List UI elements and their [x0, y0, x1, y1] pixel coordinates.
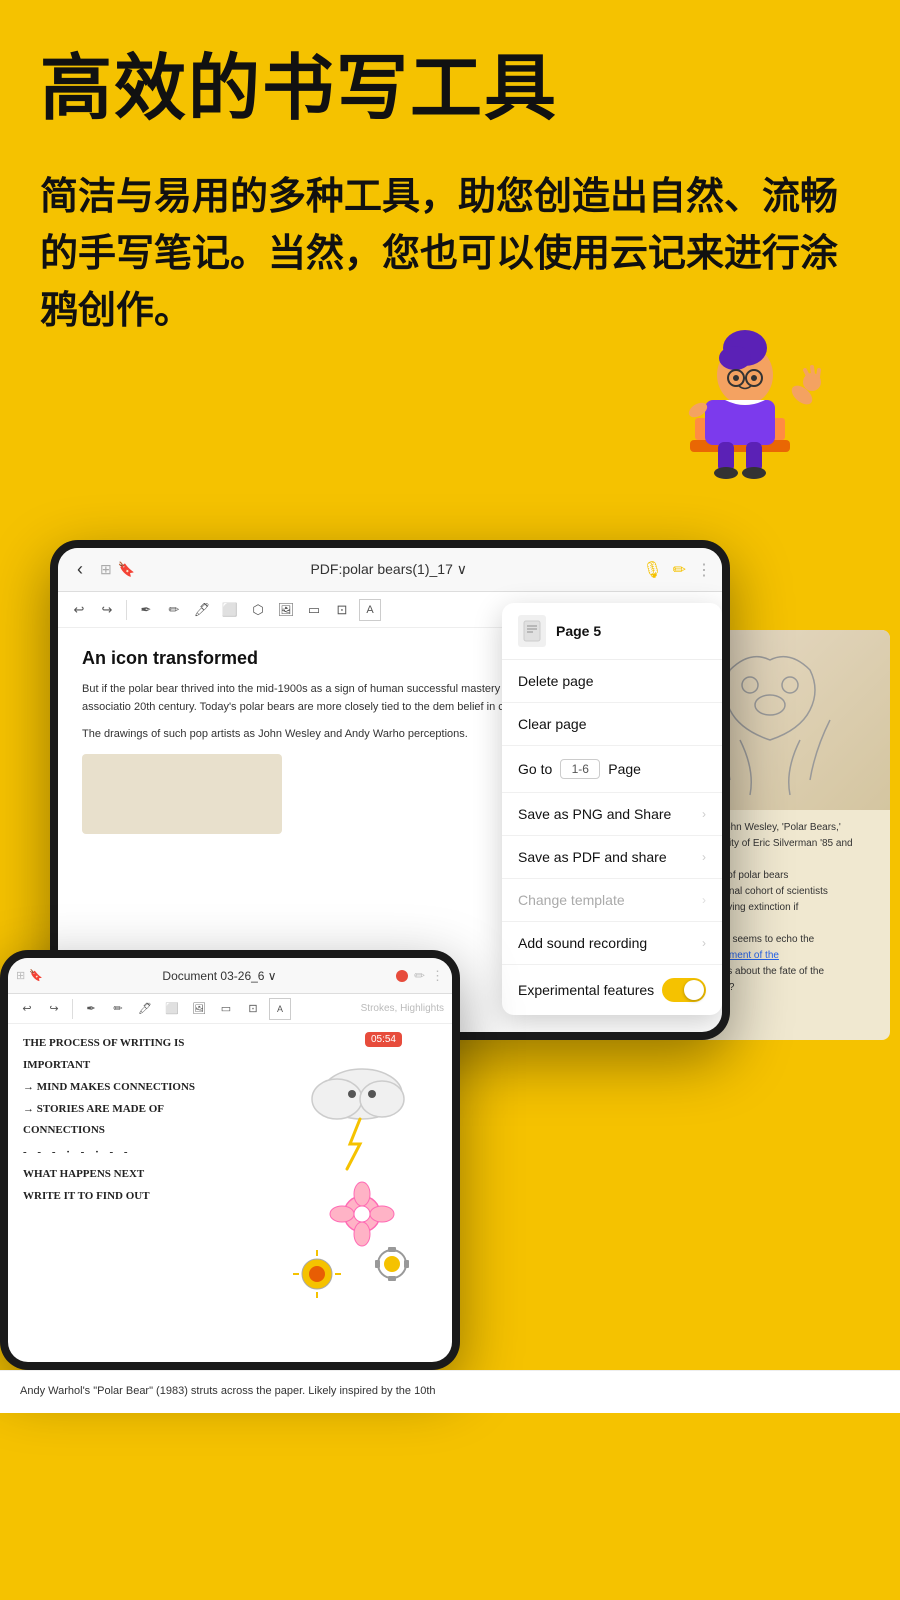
pen-tool-icon[interactable]: ✒ [135, 599, 157, 621]
bookmark-icon-2[interactable]: 🔖 [29, 969, 43, 982]
chevron-icon-3: › [702, 893, 706, 907]
image-icon[interactable]: 🖼 [275, 599, 297, 621]
font-icon-2[interactable]: A [269, 998, 291, 1020]
tablet-main-toolbar: ‹ ⊞ 🔖 PDF:polar bears(1)_17 ∨ 🎙 ✏ ⋮ [58, 548, 722, 592]
tablet2-toolbar: ⊞ 🔖 Document 03-26_6 ∨ ✏ ⋮ [8, 958, 452, 994]
image-icon-2[interactable]: 🖼 [188, 998, 210, 1020]
pen-icon[interactable]: ✏ [673, 560, 686, 580]
doc2-title: Document 03-26_6 ∨ [49, 969, 390, 983]
header-section: 高效的书写工具 简洁与易用的多种工具，助您创造出自然、流畅的手写笔记。当然，您也… [0, 0, 900, 500]
chevron-icon-4: › [702, 936, 706, 950]
highlighter-2[interactable]: 🖊 [134, 998, 156, 1020]
draw-toolbar2: ↩ ↪ ✒ ✏ 🖊 ⬜ 🖼 ▭ ⊡ A Strokes, Highlights [8, 994, 452, 1024]
goto-label: Go to [518, 761, 552, 777]
strokes-label: Strokes, Highlights [361, 1003, 444, 1014]
menu-item-add-sound[interactable]: Add sound recording › [502, 922, 722, 965]
menu-item-save-pdf[interactable]: Save as PDF and share › [502, 836, 722, 879]
redo-icon-2[interactable]: ↪ [43, 998, 65, 1020]
text-box-2[interactable]: ▭ [215, 998, 237, 1020]
tb2-right-icons: ✏ ⋮ [414, 968, 444, 984]
undo-icon-2[interactable]: ↩ [16, 998, 38, 1020]
handwriting-content: The Process of Writing Is Important → Mi… [8, 1024, 452, 1362]
character-svg [660, 330, 840, 490]
toolbar-divider [126, 600, 127, 620]
grid-icon[interactable]: ⊞ [100, 561, 112, 578]
eraser-icon[interactable]: ⬜ [219, 599, 241, 621]
tablet-second-screen: ⊞ 🔖 Document 03-26_6 ∨ ✏ ⋮ ↩ ↪ ✒ ✏ 🖊 ⬜ [8, 958, 452, 1362]
add-sound-label: Add sound recording [518, 935, 647, 951]
bottom-bar-text: Andy Warhol's "Polar Bear" (1983) struts… [20, 1383, 880, 1401]
tb2-grid-icons: ⊞ 🔖 [16, 969, 43, 982]
text-box-icon[interactable]: ▭ [303, 599, 325, 621]
highlighter-icon[interactable]: 🖊 [191, 599, 213, 621]
menu-item-change-template[interactable]: Change template › [502, 879, 722, 922]
microphone-icon[interactable]: 🎙 [642, 560, 662, 580]
lasso-icon[interactable]: ⬡ [247, 599, 269, 621]
menu-item-experimental[interactable]: Experimental features [502, 965, 722, 1015]
toolbar-grid-icons: ⊞ 🔖 [100, 561, 135, 578]
pencil-icon[interactable]: ✏ [163, 599, 185, 621]
subtitle: 简洁与易用的多种工具，助您创造出自然、流畅的手写笔记。当然，您也可以使用云记来进… [40, 169, 860, 340]
tablet-second: ⊞ 🔖 Document 03-26_6 ∨ ✏ ⋮ ↩ ↪ ✒ ✏ 🖊 ⬜ [0, 950, 460, 1370]
undo-icon[interactable]: ↩ [68, 599, 90, 621]
more-options-icon[interactable]: ⋮ [696, 560, 712, 580]
doodle-svg [262, 1044, 442, 1334]
dropdown-menu: Page 5 Delete page Clear page Go to Page [502, 603, 722, 1015]
record-indicator [396, 970, 408, 982]
delete-page-label: Delete page [518, 673, 594, 689]
menu-item-delete-page[interactable]: Delete page [502, 660, 722, 703]
bottom-bar: Andy Warhol's "Polar Bear" (1983) struts… [0, 1370, 900, 1413]
toolbar-right-icons: 🎙 ✏ ⋮ [642, 560, 712, 580]
chevron-icon: › [702, 807, 706, 821]
main-title: 高效的书写工具 [40, 50, 860, 129]
goto-row: Go to Page [518, 759, 641, 779]
page-text-label: Page [608, 761, 641, 777]
menu-item-goto[interactable]: Go to Page [502, 746, 722, 793]
chevron-icon-2: › [702, 850, 706, 864]
doc-image [82, 754, 282, 834]
divider-2 [72, 999, 73, 1019]
doodle-illustrations [262, 1044, 442, 1344]
save-png-label: Save as PNG and Share [518, 806, 671, 822]
grid-icon-2[interactable]: ⊞ [16, 969, 25, 982]
menu-page-label: Page 5 [556, 623, 601, 639]
change-template-label: Change template [518, 892, 625, 908]
toggle-knob [684, 980, 704, 1000]
page-icon [518, 615, 546, 647]
eraser-2[interactable]: ⬜ [161, 998, 183, 1020]
pen-icon-2[interactable]: ✏ [414, 968, 425, 984]
menu-item-save-png[interactable]: Save as PNG and Share › [502, 793, 722, 836]
save-pdf-label: Save as PDF and share [518, 849, 667, 865]
clear-page-label: Clear page [518, 716, 587, 732]
pen-tool-2[interactable]: ✒ [80, 998, 102, 1020]
bookmark-icon[interactable]: 🔖 [118, 561, 135, 578]
menu-header: Page 5 [502, 603, 722, 660]
back-button[interactable]: ‹ [68, 558, 92, 582]
goto-input[interactable] [560, 759, 600, 779]
link-2[interactable]: ⊡ [242, 998, 264, 1020]
font-icon[interactable]: A [359, 599, 381, 621]
redo-icon[interactable]: ↪ [96, 599, 118, 621]
character-illustration [40, 360, 860, 480]
experimental-toggle[interactable] [662, 978, 706, 1002]
devices-container: ‹ ⊞ 🔖 PDF:polar bears(1)_17 ∨ 🎙 ✏ ⋮ ↩ ↪ … [0, 510, 900, 1370]
pencil-2[interactable]: ✏ [107, 998, 129, 1020]
more-icon-2[interactable]: ⋮ [431, 968, 444, 984]
experimental-label: Experimental features [518, 982, 654, 998]
menu-item-clear-page[interactable]: Clear page [502, 703, 722, 746]
document-title: PDF:polar bears(1)_17 ∨ [143, 561, 634, 578]
link-icon[interactable]: ⊡ [331, 599, 353, 621]
